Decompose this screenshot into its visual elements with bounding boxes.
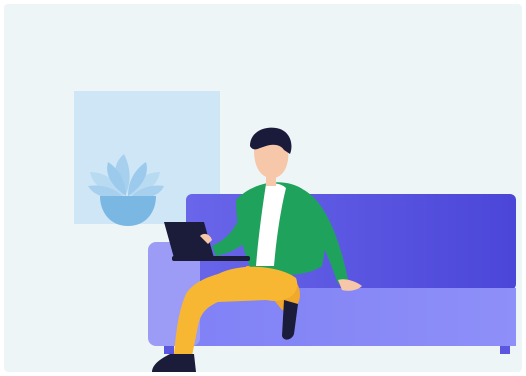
sofa-leg [500,346,510,354]
illustration [4,4,522,372]
sofa-leg [164,346,174,354]
laptop-base [172,256,250,261]
illustration-frame [4,4,522,372]
